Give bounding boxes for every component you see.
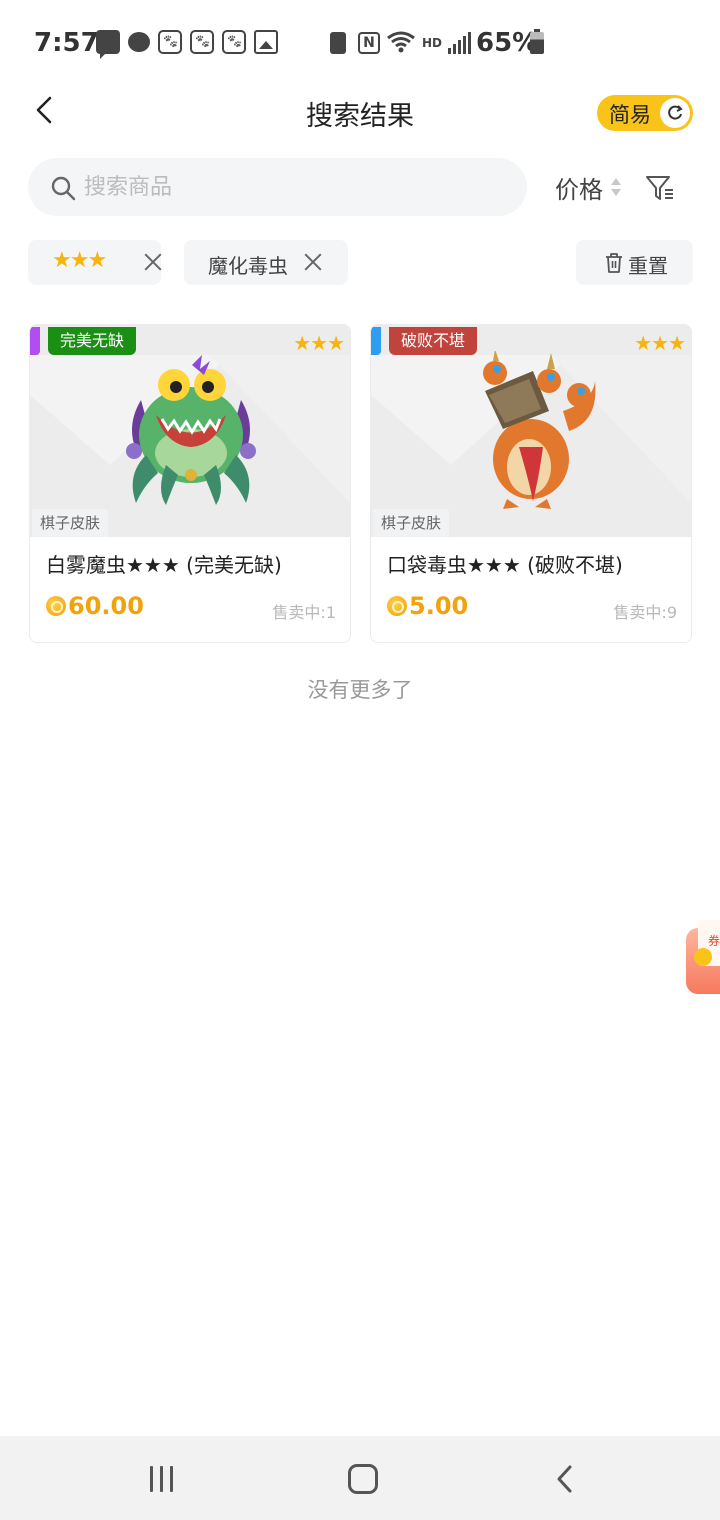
star-rating: ★★★ [293, 331, 345, 355]
signal-icon [448, 32, 471, 54]
reset-button[interactable]: 重置 [576, 240, 693, 285]
end-of-list-text: 没有更多了 [307, 678, 413, 702]
paw-icon [158, 30, 182, 54]
paw-icon [190, 30, 214, 54]
condition-badge: 破败不堪 [389, 327, 478, 355]
product-card[interactable]: 完美无缺 ★★★ 棋子皮肤 白雾魔虫★★★ (完美无缺) 60.00 售卖中:1 [29, 324, 351, 643]
monster-figure-image [126, 355, 256, 505]
network-type-label: HD [422, 36, 443, 50]
battery-percent: 65% [476, 28, 539, 58]
home-icon[interactable] [348, 1464, 378, 1494]
product-price: 60.00 [68, 592, 144, 620]
dragon-figure-image [483, 351, 596, 509]
rarity-indicator [371, 327, 381, 355]
mode-toggle-knob [660, 98, 690, 128]
close-icon[interactable] [144, 253, 162, 271]
price-row: 60.00 [46, 591, 144, 621]
chip-label: ★★★ [52, 248, 107, 273]
search-icon [51, 176, 76, 201]
floating-coupon-button[interactable]: 券 [682, 918, 720, 996]
reset-label: 重置 [628, 254, 668, 278]
star-rating: ★★★ [634, 331, 686, 355]
filter-chip-name[interactable]: 魔化毒虫 [184, 240, 348, 285]
wechat-icon [128, 32, 150, 52]
coupon-coin-icon [694, 948, 712, 966]
filter-icon[interactable] [644, 172, 676, 204]
skin-tag: 棋子皮肤 [373, 509, 450, 537]
coin-icon [387, 596, 407, 616]
recent-apps-icon[interactable] [148, 1466, 176, 1492]
product-name: 口袋毒虫★★★ (破败不堪) [387, 553, 623, 577]
mode-toggle-button[interactable]: 简易 [597, 95, 693, 131]
message-icon [96, 30, 120, 59]
back-icon[interactable] [552, 1464, 580, 1494]
coupon-label: 券 [708, 934, 720, 948]
sold-count: 售卖中:9 [613, 603, 677, 622]
condition-badge: 完美无缺 [48, 327, 137, 355]
price-row: 5.00 [387, 591, 468, 621]
paw-icon [222, 30, 246, 54]
trash-icon [606, 253, 622, 273]
system-nav-bar [0, 1436, 720, 1520]
chip-label: 魔化毒虫 [208, 254, 288, 278]
header: 搜索结果 简易 [0, 88, 720, 134]
search-input[interactable] [84, 170, 504, 204]
skin-tag: 棋子皮肤 [32, 509, 109, 537]
product-price: 5.00 [409, 592, 469, 620]
product-name: 白雾魔虫★★★ (完美无缺) [46, 553, 282, 577]
sort-by-price-button[interactable]: 价格 [555, 170, 621, 204]
refresh-icon [668, 105, 683, 120]
search-box[interactable] [28, 158, 527, 216]
coin-icon [46, 596, 66, 616]
product-card[interactable]: 破败不堪 ★★★ 棋子皮肤 口袋毒虫★★★ (破败不堪) 5.00 售卖中:9 [370, 324, 692, 643]
product-image: 完美无缺 ★★★ 棋子皮肤 [30, 325, 350, 537]
battery-icon [530, 29, 544, 54]
filter-chip-stars[interactable]: ★★★ [28, 240, 161, 285]
nfc-icon: N [358, 32, 380, 54]
close-icon[interactable] [304, 253, 322, 271]
mode-toggle-label: 简易 [609, 103, 651, 127]
gallery-icon [254, 30, 278, 54]
status-time: 7:57 [34, 28, 99, 58]
battery-saver-icon [330, 32, 346, 54]
sort-label: 价格 [555, 175, 603, 204]
product-image: 破败不堪 ★★★ 棋子皮肤 [371, 325, 691, 537]
rarity-indicator [30, 327, 40, 355]
sold-count: 售卖中:1 [272, 603, 336, 622]
notification-icons [96, 30, 278, 59]
status-bar: 7:57 N HD 65% [0, 0, 720, 88]
sort-arrows-icon [611, 176, 621, 198]
wifi-icon [387, 31, 415, 53]
